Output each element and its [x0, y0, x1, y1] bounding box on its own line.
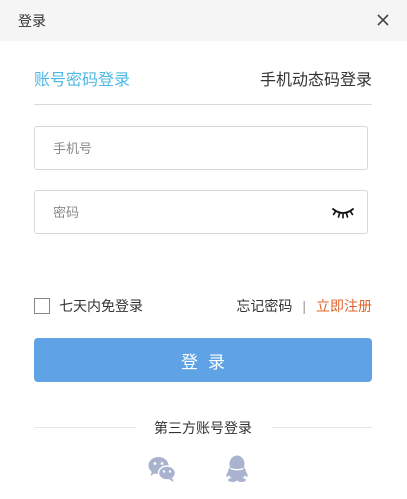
- phone-input[interactable]: [35, 127, 333, 169]
- forgot-password-link[interactable]: 忘记密码: [236, 296, 292, 316]
- login-button[interactable]: 登录: [34, 338, 372, 382]
- phone-field: [34, 126, 368, 170]
- tab-account-password[interactable]: 账号密码登录: [34, 66, 130, 90]
- remember-label: 七天内免登录: [59, 298, 143, 314]
- dialog-title: 登录: [18, 13, 46, 29]
- login-tabs: 账号密码登录 手机动态码登录: [34, 60, 372, 105]
- register-link[interactable]: 立即注册: [316, 296, 372, 316]
- third-party-label: 第三方账号登录: [154, 420, 252, 436]
- qq-icon[interactable]: [222, 454, 252, 484]
- link-separator: |: [302, 298, 306, 314]
- remember-checkbox[interactable]: [34, 298, 50, 314]
- password-field: [34, 190, 368, 234]
- title-bar: 登录: [0, 0, 407, 41]
- divider-line-right: [272, 427, 372, 428]
- wechat-icon[interactable]: [147, 454, 177, 484]
- remember-me: 七天内免登录: [34, 297, 143, 315]
- login-dialog: 登录 账号密码登录 手机动态码登录 七天内免登录: [0, 0, 407, 499]
- password-input[interactable]: [35, 191, 333, 233]
- close-icon[interactable]: [373, 10, 393, 30]
- third-party-divider: 第三方账号登录: [34, 417, 372, 437]
- tab-phone-code[interactable]: 手机动态码登录: [260, 66, 372, 90]
- account-links: 忘记密码 | 立即注册: [236, 297, 372, 315]
- eye-closed-icon[interactable]: [331, 203, 355, 221]
